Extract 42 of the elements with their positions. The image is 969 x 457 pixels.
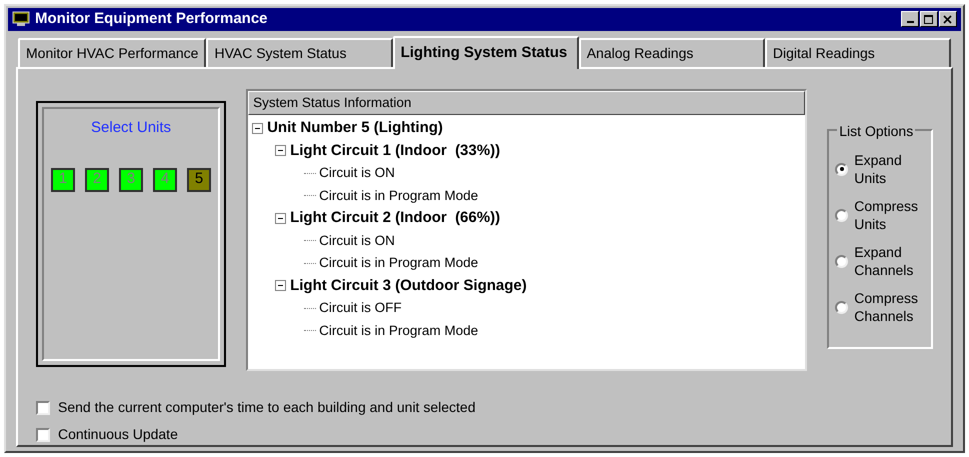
- tab[interactable]: HVAC System Status: [206, 38, 393, 67]
- radio-button[interactable]: [835, 254, 848, 268]
- checkbox-option[interactable]: Send the current computer's time to each building and unit selected: [36, 397, 933, 418]
- checkbox-option[interactable]: Continuous Update: [36, 424, 933, 445]
- collapse-icon[interactable]: [275, 145, 286, 156]
- tree-item[interactable]: Light Circuit 1 (Indoor (33%)): [290, 140, 500, 162]
- collapse-icon[interactable]: [275, 280, 286, 292]
- tree-item[interactable]: Circuit is in Program Mode: [319, 320, 478, 341]
- panel-title: Select Units: [91, 118, 172, 138]
- radio-option[interactable]: Expand Units: [835, 151, 931, 187]
- tree-item[interactable]: Circuit is in Program Mode: [319, 253, 478, 274]
- radio-button[interactable]: [835, 162, 848, 176]
- tab[interactable]: Monitor HVAC Performance: [18, 38, 206, 67]
- checkbox[interactable]: [36, 400, 50, 414]
- collapse-icon[interactable]: [275, 212, 286, 224]
- tree-item[interactable]: Circuit is ON: [319, 163, 395, 184]
- radio-option[interactable]: Compress Channels: [835, 289, 931, 325]
- column-header: System Status Information: [248, 91, 806, 115]
- monitor-icon: [12, 11, 30, 28]
- close-button[interactable]: [939, 11, 957, 28]
- tree-item[interactable]: Unit Number 5 (Lighting): [267, 117, 443, 140]
- minimize-button[interactable]: [901, 11, 919, 28]
- tab[interactable]: Digital Readings: [764, 38, 951, 67]
- tree-item[interactable]: Light Circuit 2 (Indoor (66%)): [290, 207, 500, 230]
- minimize-icon: [906, 21, 914, 24]
- checkbox[interactable]: [36, 428, 50, 442]
- tab[interactable]: Lighting System Status: [392, 36, 579, 69]
- radio-option[interactable]: Expand Channels: [835, 243, 931, 279]
- tree-item[interactable]: Light Circuit 3 (Outdoor Signage): [290, 274, 527, 297]
- tab[interactable]: Analog Readings: [578, 38, 765, 67]
- radio-button[interactable]: [835, 208, 848, 222]
- tree-item[interactable]: Circuit is OFF: [319, 298, 402, 318]
- radio-option[interactable]: Compress Units: [835, 197, 931, 233]
- maximize-button[interactable]: [920, 11, 938, 28]
- unit-button[interactable]: 5: [187, 168, 212, 192]
- close-icon: [943, 14, 953, 24]
- window-title: Monitor Equipment Performance: [35, 9, 268, 30]
- tree-item[interactable]: Circuit is ON: [319, 230, 395, 251]
- collapse-icon[interactable]: [252, 122, 264, 134]
- maximize-icon: [924, 14, 934, 24]
- tree-item[interactable]: Circuit is in Program Mode: [319, 186, 478, 206]
- radio-button[interactable]: [835, 300, 848, 314]
